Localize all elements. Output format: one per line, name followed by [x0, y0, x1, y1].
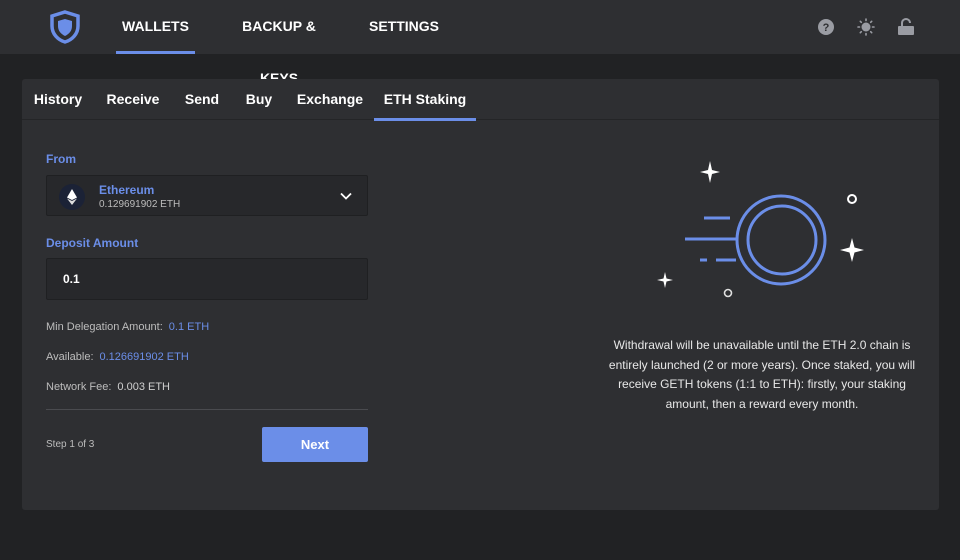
- nav-backup-keys[interactable]: BACKUP & KEYS: [222, 0, 336, 86]
- chevron-down-icon: [340, 192, 352, 200]
- sparkle-icon: [657, 161, 864, 288]
- tab-send[interactable]: Send: [182, 79, 222, 120]
- min-delegation-value: 0.1 ETH: [168, 321, 210, 333]
- available-row: Available: 0.126691902 ETH: [46, 351, 189, 363]
- selected-wallet-name: Ethereum: [99, 183, 155, 197]
- nav-settings[interactable]: SETTINGS: [366, 0, 442, 54]
- ethereum-icon: [59, 184, 85, 210]
- tab-receive[interactable]: Receive: [104, 79, 162, 120]
- help-icon[interactable]: ?: [817, 18, 835, 36]
- available-label: Available:: [46, 351, 94, 363]
- staking-info-text: Withdrawal will be unavailable until the…: [608, 338, 916, 411]
- network-fee-row: Network Fee: 0.003 ETH: [46, 381, 170, 393]
- divider: [46, 409, 368, 410]
- wallet-panel: History Receive Send Buy Exchange ETH St…: [22, 79, 939, 510]
- theme-sun-icon[interactable]: [857, 18, 875, 36]
- min-delegation-row: Min Delegation Amount: 0.1 ETH: [46, 321, 209, 333]
- svg-text:?: ?: [823, 22, 830, 34]
- tab-history[interactable]: History: [32, 79, 84, 120]
- top-navigation-bar: WALLETS BACKUP & KEYS SETTINGS ?: [0, 0, 960, 86]
- network-fee-value: 0.003 ETH: [117, 381, 171, 393]
- min-delegation-label: Min Delegation Amount:: [46, 321, 163, 333]
- next-button[interactable]: Next: [262, 427, 368, 462]
- selected-wallet-balance: 0.129691902 ETH: [99, 199, 181, 210]
- network-fee-label: Network Fee:: [46, 381, 112, 393]
- tab-exchange[interactable]: Exchange: [296, 79, 364, 120]
- nav-wallets[interactable]: WALLETS: [116, 0, 195, 54]
- tab-eth-staking[interactable]: ETH Staking: [374, 79, 476, 121]
- step-indicator: Step 1 of 3: [46, 439, 95, 450]
- ring-dot-icon: [847, 194, 857, 204]
- tab-buy[interactable]: Buy: [242, 79, 276, 120]
- deposit-amount-input[interactable]: [46, 258, 368, 300]
- shield-logo-icon[interactable]: [50, 10, 80, 44]
- ring-dot-icon: [723, 288, 733, 298]
- staking-illustration: [657, 161, 864, 298]
- lock-icon[interactable]: [897, 18, 915, 36]
- deposit-amount-label: Deposit Amount: [46, 236, 139, 250]
- available-value: 0.126691902 ETH: [99, 351, 189, 363]
- wallet-tabs: History Receive Send Buy Exchange ETH St…: [22, 79, 939, 121]
- from-label: From: [46, 152, 76, 166]
- from-wallet-select[interactable]: Ethereum 0.129691902 ETH: [46, 175, 368, 216]
